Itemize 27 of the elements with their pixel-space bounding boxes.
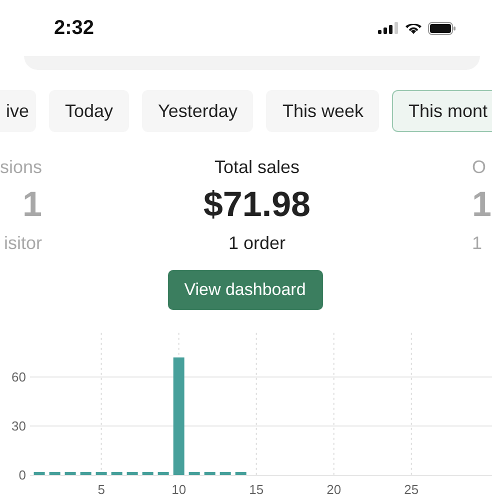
metric-label: sions: [0, 156, 42, 179]
x-axis-label: 20: [326, 482, 342, 497]
x-axis-label: 25: [404, 482, 419, 497]
y-axis-label: 0: [18, 468, 26, 482]
x-axis-label: 10: [172, 482, 186, 497]
x-axis-label: 15: [249, 482, 264, 497]
metric-sublabel: 1 order: [228, 232, 286, 255]
y-axis-label: 30: [12, 418, 26, 434]
date-range-tab[interactable]: ive: [0, 90, 36, 132]
x-axis-label: 5: [98, 482, 105, 497]
date-range-tab[interactable]: Yesterday: [142, 90, 254, 132]
metric-value: $71.98: [203, 184, 311, 226]
metric-sublabel: isitor: [4, 232, 42, 255]
date-range-tab[interactable]: This mont: [392, 90, 492, 132]
metric-label: O: [472, 156, 486, 179]
date-range-tab[interactable]: This week: [266, 90, 380, 132]
status-time: 2:32: [54, 16, 94, 40]
metric-value: 1: [22, 184, 42, 226]
signal-icon: [378, 22, 399, 34]
wifi-icon: [405, 22, 422, 34]
y-axis-label: 60: [12, 370, 26, 385]
metric-value: 1: [472, 184, 492, 226]
metric-sublabel: 1: [472, 232, 482, 255]
metric-label: Total sales: [214, 156, 300, 179]
view-dashboard-button[interactable]: View dashboard: [168, 270, 322, 310]
date-range-tab[interactable]: Today: [49, 90, 130, 132]
battery-icon: [428, 22, 456, 34]
